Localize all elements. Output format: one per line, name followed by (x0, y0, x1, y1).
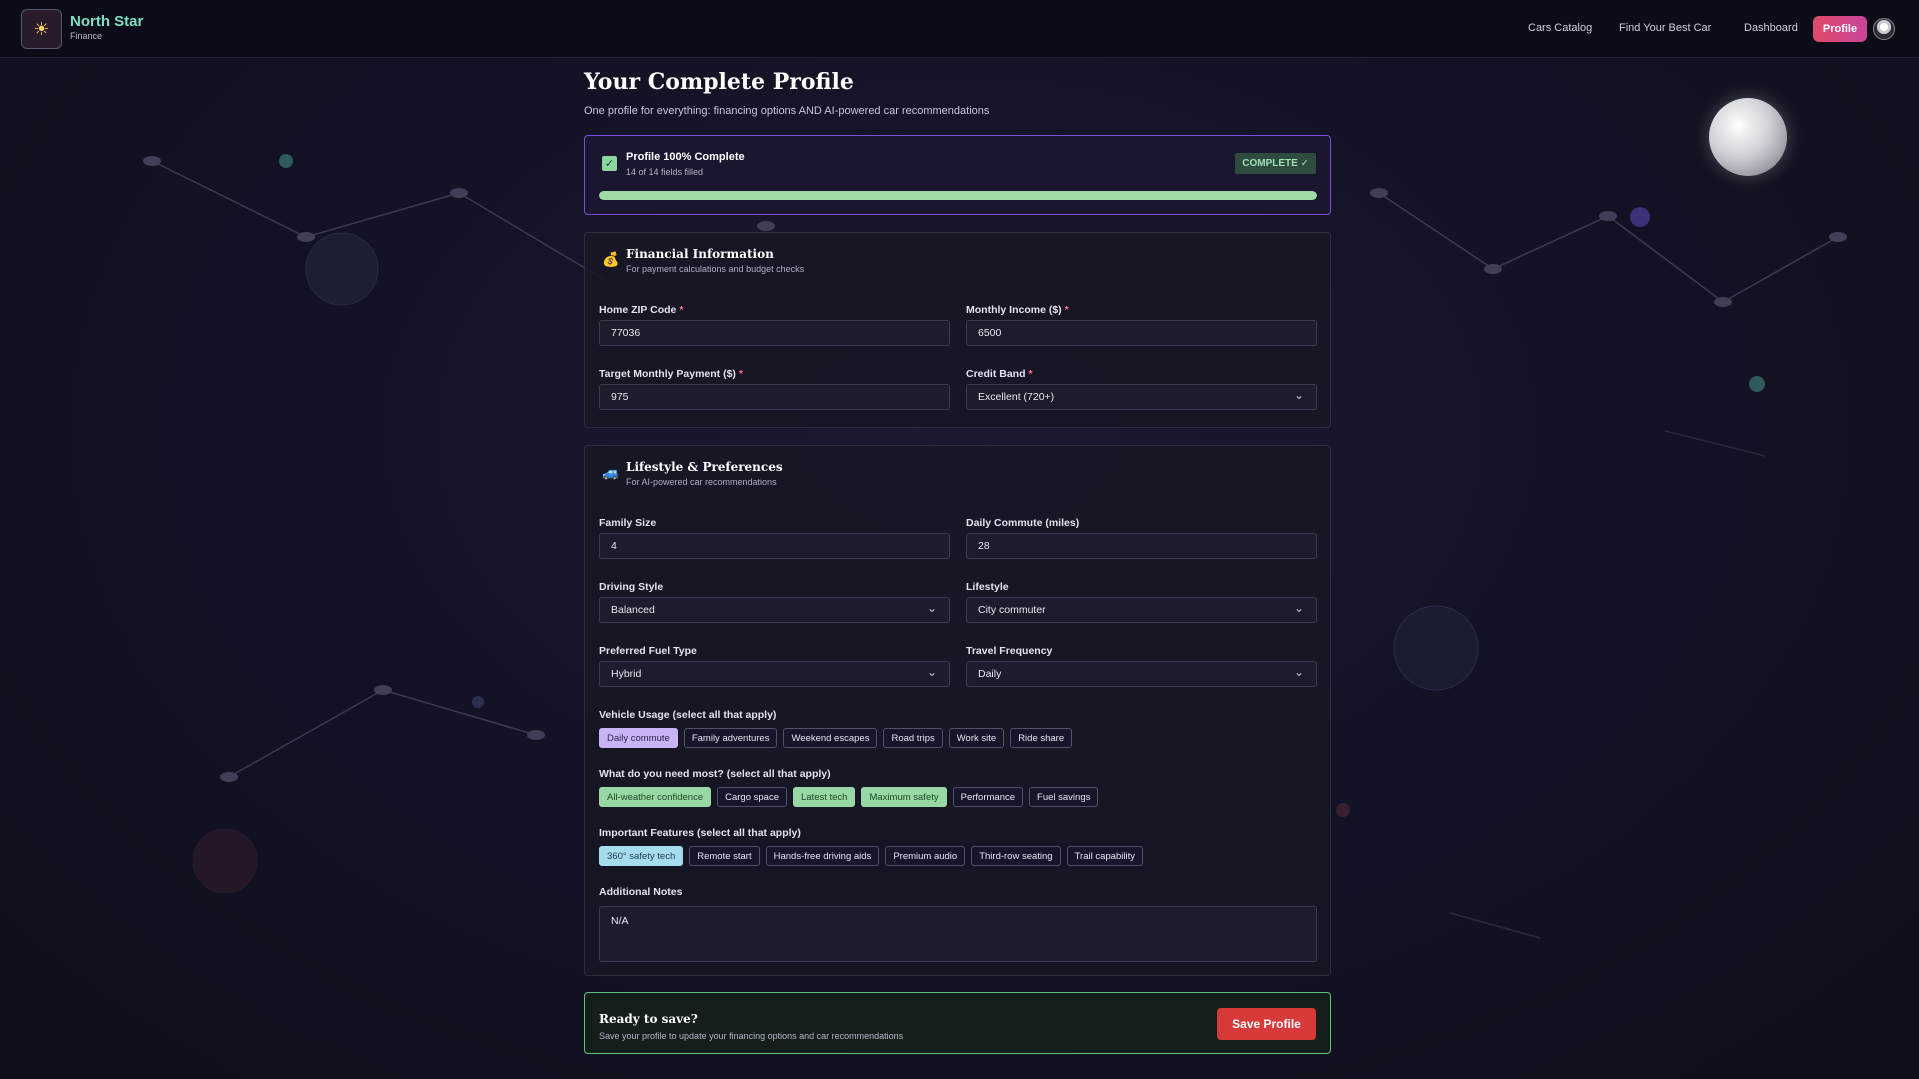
section-subtitle-financial: For payment calculations and budget chec… (626, 264, 805, 274)
lifestyle-label: Lifestyle (966, 581, 1009, 593)
save-profile-button[interactable]: Save Profile (1217, 1008, 1316, 1040)
brand-name: North Star (70, 13, 144, 30)
feature-chip[interactable]: 360° safety tech (599, 846, 684, 866)
nav-cars-catalog[interactable]: Cars Catalog (1528, 22, 1592, 34)
brand-subtitle: Finance (70, 31, 103, 41)
notes-label: Additional Notes (599, 886, 683, 898)
lifestyle-preferences-card: 🚙 Lifestyle & Preferences For AI-powered… (584, 445, 1331, 976)
need-chip[interactable]: Fuel savings (1029, 787, 1099, 807)
vehicle-usage-chip[interactable]: Road trips (883, 728, 943, 748)
vehicle-usage-chip[interactable]: Daily commute (599, 728, 678, 748)
vehicle-usage-chip[interactable]: Work site (948, 728, 1005, 748)
brand[interactable]: North Star Finance (70, 14, 143, 42)
feature-chip[interactable]: Premium audio (885, 846, 966, 866)
feature-chip[interactable]: Remote start (689, 846, 760, 866)
vehicle-usage-chips: Daily commute Family adventures Weekend es… (599, 728, 1073, 748)
section-title-financial: Financial Information (626, 247, 774, 261)
page-title: Your Complete Profile (584, 69, 854, 95)
fuel-type-label: Preferred Fuel Type (599, 645, 697, 657)
needs-label: What do you need most? (select all that … (599, 768, 831, 780)
moon-decoration (1695, 84, 1801, 190)
completion-progress-bar (599, 191, 1317, 200)
features-chips: 360° safety tech Remote start Hands-free d… (599, 846, 1143, 866)
need-chip[interactable]: Cargo space (717, 787, 787, 807)
lifestyle-select[interactable]: City commuter (966, 597, 1317, 623)
family-size-label: Family Size (599, 517, 657, 529)
travel-frequency-select[interactable]: Daily (966, 661, 1317, 687)
vehicle-usage-chip[interactable]: Family adventures (683, 728, 778, 748)
driving-style-select[interactable]: Balanced (599, 597, 950, 623)
save-title: Ready to save? (599, 1012, 698, 1026)
family-size-input[interactable]: 4 (599, 533, 950, 559)
progress-fill (599, 191, 1317, 200)
financial-information-card: 💰 Financial Information For payment calc… (584, 232, 1331, 428)
logo-icon[interactable]: ☀ (21, 9, 62, 49)
income-label: Monthly Income ($) * (966, 304, 1069, 316)
profile-button[interactable]: Profile (1813, 16, 1867, 42)
daily-commute-label: Daily Commute (miles) (966, 517, 1080, 529)
monthly-income-input[interactable]: 6500 (966, 320, 1317, 346)
fuel-type-select[interactable]: Hybrid (599, 661, 950, 687)
avatar[interactable] (1873, 18, 1895, 40)
complete-badge: COMPLETE ✓ (1235, 153, 1316, 174)
additional-notes-textarea[interactable]: N/A (599, 906, 1317, 962)
credit-band-label: Credit Band * (966, 368, 1033, 380)
need-chip[interactable]: Performance (952, 787, 1024, 807)
save-subtitle: Save your profile to update your financi… (599, 1031, 904, 1041)
nav-dashboard[interactable]: Dashboard (1744, 22, 1798, 34)
completion-title: Profile 100% Complete (626, 151, 745, 163)
zip-code-input[interactable]: 77036 (599, 320, 950, 346)
credit-band-select[interactable]: Excellent (720+) (966, 384, 1317, 410)
driving-style-label: Driving Style (599, 581, 664, 593)
travel-frequency-label: Travel Frequency (966, 645, 1053, 657)
page-subtitle: One profile for everything: financing op… (584, 105, 990, 117)
daily-commute-input[interactable]: 28 (966, 533, 1317, 559)
features-label: Important Features (select all that appl… (599, 827, 801, 839)
profile-completion-card: ✓ Profile 100% Complete 14 of 14 fields … (584, 135, 1331, 215)
car-icon: 🚙 (602, 464, 620, 480)
need-chip[interactable]: All-weather confidence (599, 787, 712, 807)
feature-chip[interactable]: Third-row seating (971, 846, 1061, 866)
vehicle-usage-chip[interactable]: Weekend escapes (783, 728, 878, 748)
need-chip[interactable]: Latest tech (792, 787, 856, 807)
feature-chip[interactable]: Hands-free driving aids (765, 846, 880, 866)
vehicle-usage-label: Vehicle Usage (select all that apply) (599, 709, 777, 721)
section-subtitle-lifestyle: For AI-powered car recommendations (626, 477, 777, 487)
target-payment-input[interactable]: 975 (599, 384, 950, 410)
nav-find-best-car[interactable]: Find Your Best Car (1619, 22, 1711, 34)
zip-label: Home ZIP Code * (599, 304, 684, 316)
feature-chip[interactable]: Trail capability (1066, 846, 1143, 866)
money-bag-icon: 💰 (602, 251, 620, 267)
needs-chips: All-weather confidence Cargo space Latest … (599, 787, 1099, 807)
save-profile-card: Ready to save? Save your profile to upda… (584, 992, 1331, 1054)
payment-label: Target Monthly Payment ($) * (599, 368, 743, 380)
checkbox-checked-icon: ✓ (602, 156, 617, 171)
section-title-lifestyle: Lifestyle & Preferences (626, 460, 783, 474)
completion-subtitle: 14 of 14 fields filled (626, 167, 704, 177)
top-navigation-bar: ☀ North Star Finance Cars Catalog Find Y… (0, 0, 1919, 58)
need-chip[interactable]: Maximum safety (861, 787, 947, 807)
vehicle-usage-chip[interactable]: Ride share (1010, 728, 1073, 748)
